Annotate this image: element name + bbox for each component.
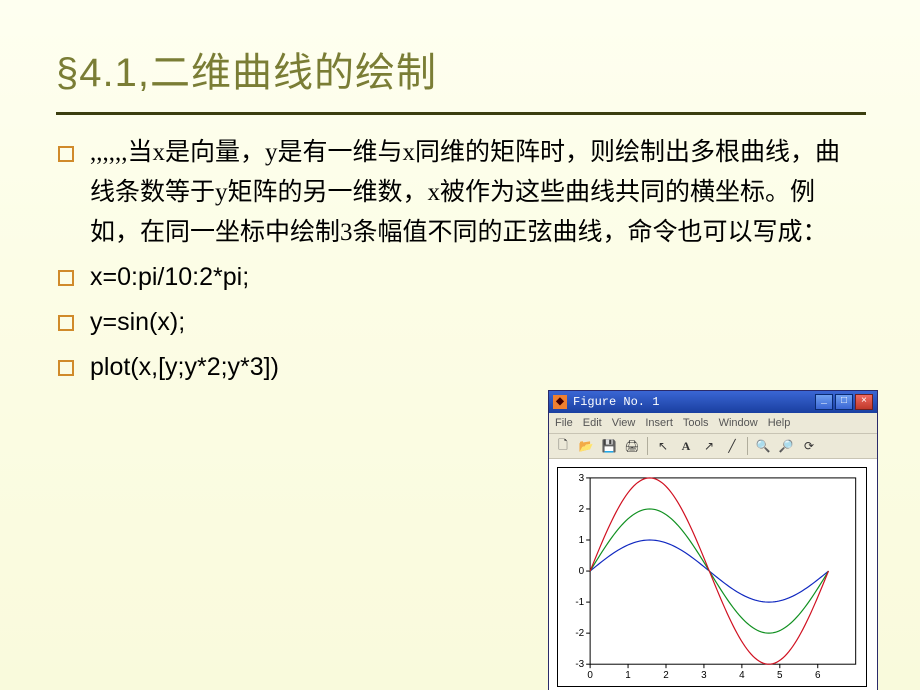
menu-help[interactable]: Help xyxy=(768,417,791,429)
svg-text:-2: -2 xyxy=(575,628,584,639)
code-line: x=0:pi/10:2*pi; xyxy=(90,263,249,291)
svg-text:1: 1 xyxy=(625,670,631,681)
app-icon: ◆ xyxy=(553,395,567,409)
svg-text:3: 3 xyxy=(579,473,585,484)
zoom-in-icon[interactable]: 🔍 xyxy=(753,436,773,456)
title-rule xyxy=(56,112,866,115)
code-line: y=sin(x); xyxy=(90,308,185,336)
code-line: plot(x,[y;y*2;y*3]) xyxy=(90,353,279,381)
bullet-code-plot: plot(x,[y;y*2;y*3]) xyxy=(56,347,864,388)
text-icon[interactable]: A xyxy=(676,436,696,456)
toolbar-separator xyxy=(647,437,648,455)
svg-text:-3: -3 xyxy=(575,659,584,670)
svg-text:4: 4 xyxy=(739,670,745,681)
zoom-out-icon[interactable]: 🔎 xyxy=(776,436,796,456)
open-icon[interactable]: 📂 xyxy=(576,436,596,456)
svg-text:3: 3 xyxy=(701,670,707,681)
slide: §4.1,二维曲线的绘制 ,,,,,,当x是向量，y是有一维与x同维的矩阵时，则… xyxy=(0,0,920,690)
menu-tools[interactable]: Tools xyxy=(683,417,709,429)
svg-text:0: 0 xyxy=(579,566,585,577)
svg-text:2: 2 xyxy=(663,670,669,681)
figure-canvas: -3 -2 -1 0 1 2 3 0 1 2 3 4 5 6 xyxy=(549,459,877,690)
toolbar-separator xyxy=(747,437,748,455)
svg-text:2: 2 xyxy=(579,504,585,515)
new-file-icon[interactable]: 🗋 xyxy=(553,436,573,456)
line-icon[interactable]: ╱ xyxy=(722,436,742,456)
matlab-figure-window: ◆ Figure No. 1 _ □ × File Edit View Inse… xyxy=(548,390,878,690)
pointer-icon[interactable]: ↖ xyxy=(653,436,673,456)
menu-view[interactable]: View xyxy=(612,417,636,429)
menu-window[interactable]: Window xyxy=(719,417,758,429)
bullet-paragraph: ,,,,,,当x是向量，y是有一维与x同维的矩阵时，则绘制出多根曲线，曲线条数等… xyxy=(56,133,864,253)
menu-insert[interactable]: Insert xyxy=(645,417,673,429)
body-text: ,,,,,,当x是向量，y是有一维与x同维的矩阵时，则绘制出多根曲线，曲线条数等… xyxy=(56,133,864,388)
arrow-icon[interactable]: ↗ xyxy=(699,436,719,456)
print-icon[interactable]: 🖨 xyxy=(622,436,642,456)
svg-text:0: 0 xyxy=(587,670,593,681)
figure-title: Figure No. 1 xyxy=(573,395,815,409)
maximize-button[interactable]: □ xyxy=(835,394,853,410)
slide-title: §4.1,二维曲线的绘制 xyxy=(56,40,864,98)
menu-bar: File Edit View Insert Tools Window Help xyxy=(549,413,877,433)
svg-text:5: 5 xyxy=(777,670,783,681)
titlebar[interactable]: ◆ Figure No. 1 _ □ × xyxy=(549,391,877,413)
svg-text:1: 1 xyxy=(579,535,585,546)
close-button[interactable]: × xyxy=(855,394,873,410)
toolbar: 🗋 📂 💾 🖨 ↖ A ↗ ╱ 🔍 🔎 ⟳ xyxy=(549,433,877,459)
svg-text:6: 6 xyxy=(815,670,821,681)
window-buttons: _ □ × xyxy=(815,394,873,410)
menu-edit[interactable]: Edit xyxy=(583,417,602,429)
rotate-icon[interactable]: ⟳ xyxy=(799,436,819,456)
menu-file[interactable]: File xyxy=(555,417,573,429)
bullet-code-y: y=sin(x); xyxy=(56,302,864,343)
svg-text:-1: -1 xyxy=(575,597,584,608)
bullet-code-x: x=0:pi/10:2*pi; xyxy=(56,257,864,298)
line-chart: -3 -2 -1 0 1 2 3 0 1 2 3 4 5 6 xyxy=(557,467,867,687)
save-icon[interactable]: 💾 xyxy=(599,436,619,456)
minimize-button[interactable]: _ xyxy=(815,394,833,410)
